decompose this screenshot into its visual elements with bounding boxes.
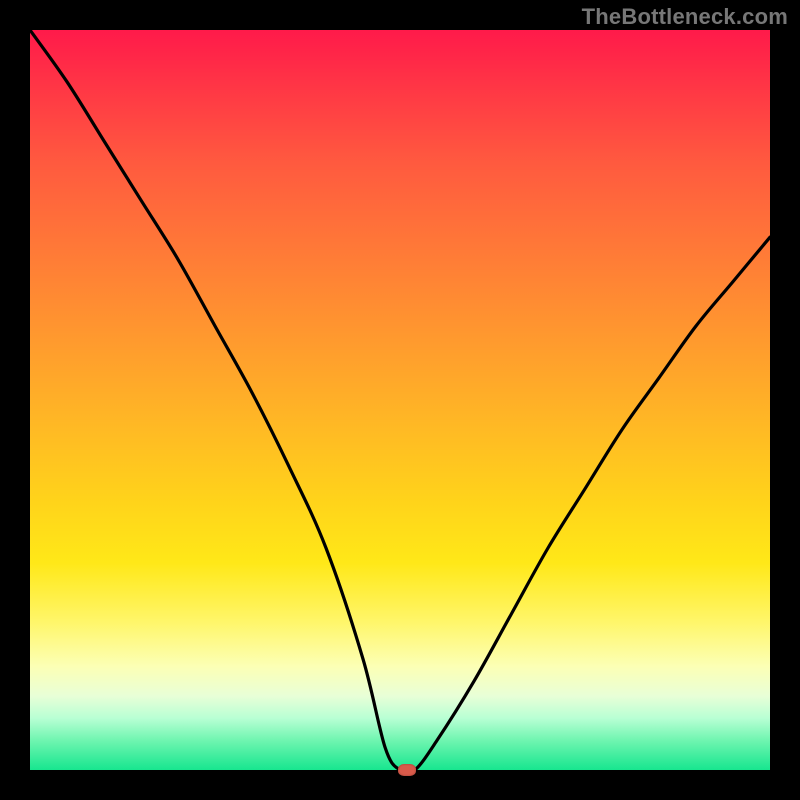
plot-area — [30, 30, 770, 770]
source-attribution: TheBottleneck.com — [582, 4, 788, 30]
optimal-point-marker — [398, 764, 416, 776]
chart-frame: TheBottleneck.com — [0, 0, 800, 800]
bottleneck-curve — [30, 30, 770, 770]
